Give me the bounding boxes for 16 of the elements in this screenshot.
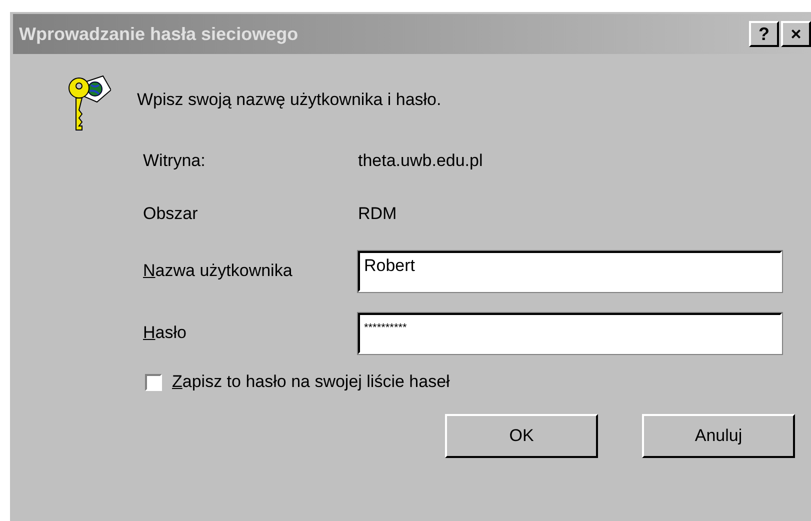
checkbox-label[interactable]: Zapisz to hasło na swojej liście haseł [172, 372, 450, 392]
field-label: Hasło [143, 323, 188, 343]
field-value: theta.uwb.edu.pl [358, 150, 483, 170]
field-label: Witryna: [143, 150, 206, 170]
ok-button[interactable]: OK [445, 414, 598, 458]
field-value: RDM [358, 204, 397, 224]
instruction-text: Wpisz swoją nazwę użytkownika i hasło. [137, 90, 442, 110]
field-label: Obszar [143, 204, 199, 224]
help-button[interactable]: ? [749, 21, 779, 47]
field-label: Nazwa użytkownika [143, 261, 294, 281]
username-field[interactable]: Robert [358, 250, 782, 292]
close-button[interactable]: × [781, 21, 811, 47]
cancel-button[interactable]: Anuluj [642, 414, 795, 458]
window-title: Wprowadzanie hasła sieciowego [19, 24, 298, 44]
checkbox[interactable] [145, 374, 162, 390]
password-field[interactable]: ********** [358, 312, 782, 354]
